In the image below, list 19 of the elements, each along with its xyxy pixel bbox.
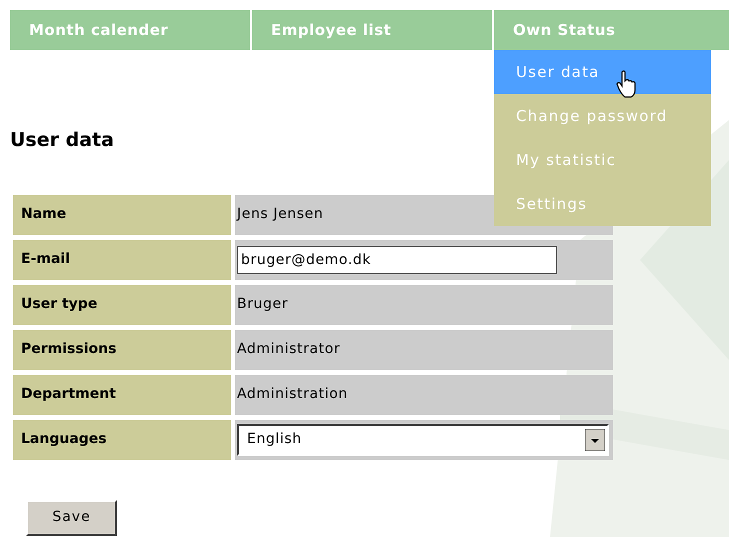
dropdown-arrow-icon[interactable]	[585, 428, 605, 450]
menu-item[interactable]: User data	[494, 50, 711, 94]
field-label: Permissions	[13, 330, 231, 370]
field-label: User type	[13, 284, 231, 324]
field-label: Languages	[13, 420, 231, 460]
field-label: E-mail	[13, 240, 231, 280]
field-label: Name	[13, 194, 231, 234]
nav-tab[interactable]: Own Status	[494, 10, 729, 50]
save-button[interactable]: Save	[26, 500, 117, 536]
language-dropdown[interactable]: English	[237, 424, 609, 456]
nav-tab[interactable]: Employee list	[252, 10, 492, 50]
nav-tab[interactable]: Month calender	[10, 10, 250, 50]
page-heading: User data	[10, 128, 114, 153]
field-value: Bruger	[235, 284, 613, 324]
hand-cursor-icon	[616, 70, 638, 98]
field-label: Department	[13, 374, 231, 414]
email-field[interactable]: bruger@demo.dk	[237, 246, 557, 274]
field-value: Administrator	[235, 330, 613, 370]
field-value: Administration	[235, 374, 613, 414]
